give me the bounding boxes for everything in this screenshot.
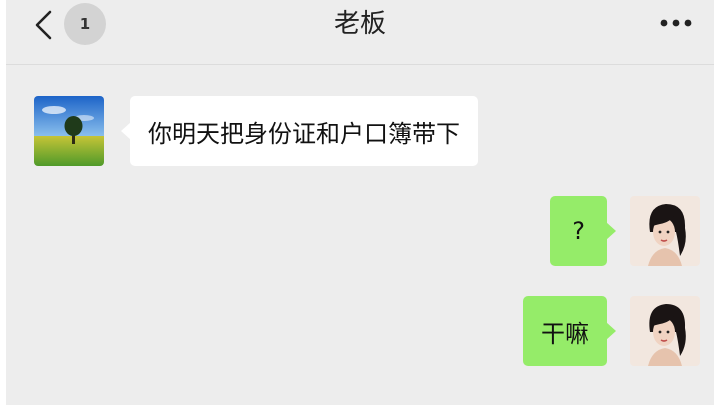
message-text: 你明天把身份证和户口簿带下 <box>148 119 460 148</box>
woman-portrait-avatar[interactable] <box>630 196 700 266</box>
chat-header: 1 老板 <box>6 0 714 65</box>
more-dots-icon[interactable] <box>656 10 696 36</box>
chat-screen: 1 老板 你明天把身份证和户口簿带下 ? 干嘛 <box>6 0 714 405</box>
woman-portrait-avatar[interactable] <box>630 296 700 366</box>
sent-message-bubble[interactable]: ? <box>550 196 616 266</box>
received-message-bubble[interactable]: 你明天把身份证和户口簿带下 <box>121 96 478 166</box>
sent-message-bubble[interactable]: 干嘛 <box>523 296 616 366</box>
message-text: ? <box>572 217 585 245</box>
landscape-tree-avatar[interactable] <box>34 96 104 166</box>
chat-title: 老板 <box>333 9 386 39</box>
message-text: 干嘛 <box>541 319 589 348</box>
